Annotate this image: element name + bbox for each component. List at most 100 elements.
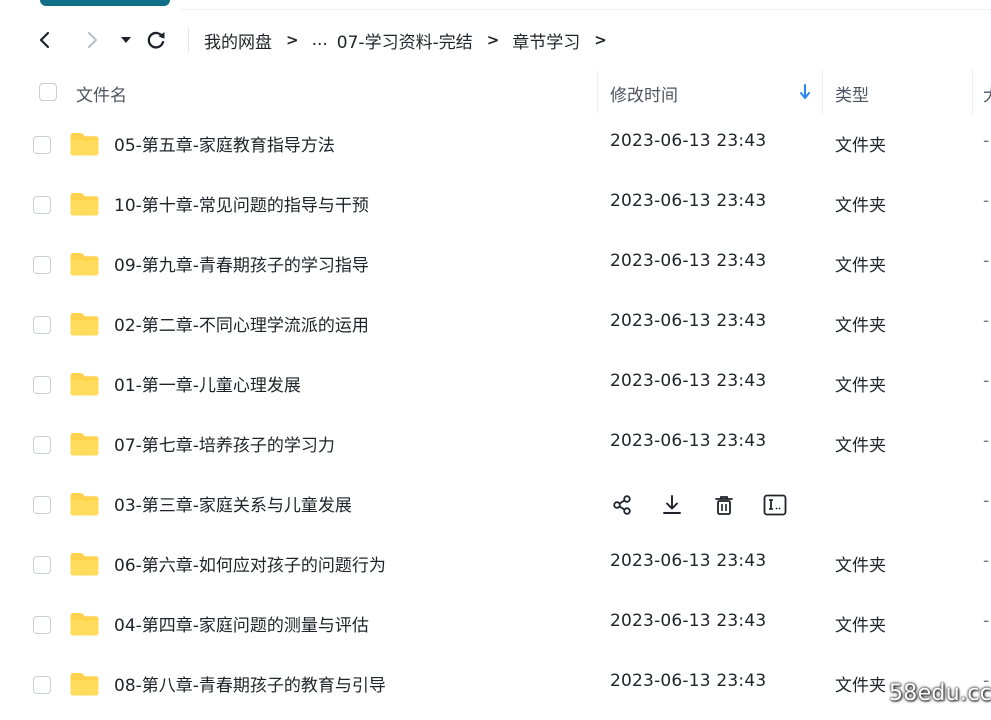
delete-icon (715, 496, 733, 515)
breadcrumb-item-current[interactable]: 章节学习 (512, 28, 580, 53)
row-checkbox[interactable] (33, 256, 51, 274)
file-type: 文件夹 (835, 436, 886, 456)
modified-time: 2023-06-13 23:43 (610, 311, 767, 331)
row-checkbox[interactable] (33, 196, 51, 214)
column-header-type[interactable]: 类型 (835, 81, 869, 106)
file-name[interactable]: 07-第七章-培养孩子的学习力 (114, 431, 335, 456)
history-dropdown-button[interactable] (112, 20, 140, 60)
table-row[interactable]: 05-第五章-家庭教育指导方法 2023-06-13 23:43 文件夹 - (0, 115, 991, 175)
download-icon (663, 495, 681, 514)
share-icon (613, 495, 631, 515)
folder-icon (70, 253, 99, 276)
file-type: 文件夹 (835, 136, 886, 156)
folder-icon (70, 553, 99, 576)
table-row[interactable]: 02-第二章-不同心理学流派的运用 2023-06-13 23:43 文件夹 - (0, 295, 991, 355)
breadcrumb-item-collapsed[interactable]: ... (312, 30, 328, 50)
row-checkbox[interactable] (33, 316, 51, 334)
row-checkbox[interactable] (33, 616, 51, 634)
row-checkbox[interactable] (33, 436, 51, 454)
row-checkbox[interactable] (33, 136, 51, 154)
download-button[interactable] (660, 493, 684, 517)
table-row[interactable]: 10-第十章-常见问题的指导与干预 2023-06-13 23:43 文件夹 - (0, 175, 991, 235)
table-header: 文件名 修改时间 类型 大 (0, 70, 991, 114)
top-accent-bar (40, 0, 170, 6)
column-header-name[interactable]: 文件名 (76, 81, 127, 106)
file-name[interactable]: 01-第一章-儿童心理发展 (114, 371, 301, 396)
column-divider[interactable] (822, 70, 823, 114)
file-name[interactable]: 08-第八章-青春期孩子的教育与引导 (114, 671, 386, 696)
navigation-toolbar: 我的网盘 > ... 07-学习资料-完结 > 章节学习 > (0, 20, 991, 60)
column-header-size[interactable]: 大 (983, 81, 991, 106)
select-all-checkbox[interactable] (39, 83, 57, 101)
table-row[interactable]: 03-第三章-家庭关系与儿童发展 - (0, 475, 991, 535)
toolbar-divider (188, 28, 189, 52)
table-row[interactable]: 01-第一章-儿童心理发展 2023-06-13 23:43 文件夹 - (0, 355, 991, 415)
folder-icon (70, 493, 99, 516)
table-row[interactable]: 07-第七章-培养孩子的学习力 2023-06-13 23:43 文件夹 - (0, 415, 991, 475)
modified-time: 2023-06-13 23:43 (610, 431, 767, 451)
caret-down-icon (121, 37, 131, 43)
table-row[interactable]: 04-第四章-家庭问题的测量与评估 2023-06-13 23:43 文件夹 - (0, 595, 991, 655)
watermark-text: 58edu.cc (889, 681, 991, 706)
chevron-left-icon (39, 31, 50, 49)
row-checkbox[interactable] (33, 556, 51, 574)
breadcrumb-separator: > (286, 31, 299, 49)
file-type: 文件夹 (835, 196, 886, 216)
modified-time: 2023-06-13 23:43 (610, 191, 767, 211)
file-size: - (983, 371, 990, 391)
back-button[interactable] (31, 20, 59, 60)
file-name[interactable]: 09-第九章-青春期孩子的学习指导 (114, 251, 369, 276)
file-type: 文件夹 (835, 616, 886, 636)
file-type: 文件夹 (835, 376, 886, 396)
terminal-button[interactable] (763, 493, 787, 517)
file-size: - (983, 431, 990, 451)
folder-icon (70, 433, 99, 456)
file-type: 文件夹 (835, 556, 886, 576)
table-row[interactable]: 09-第九章-青春期孩子的学习指导 2023-06-13 23:43 文件夹 - (0, 235, 991, 295)
modified-time: 2023-06-13 23:43 (610, 131, 767, 151)
share-button[interactable] (610, 493, 634, 517)
folder-icon (70, 193, 99, 216)
breadcrumb-separator: > (594, 31, 607, 49)
breadcrumb-separator: > (486, 31, 500, 49)
table-row[interactable]: 06-第六章-如何应对孩子的问题行为 2023-06-13 23:43 文件夹 - (0, 535, 991, 595)
file-name[interactable]: 04-第四章-家庭问题的测量与评估 (114, 611, 369, 636)
folder-icon (70, 613, 99, 636)
file-name[interactable]: 10-第十章-常见问题的指导与干预 (114, 191, 369, 216)
row-checkbox[interactable] (33, 676, 51, 694)
forward-button[interactable] (78, 20, 106, 60)
delete-button[interactable] (712, 493, 736, 517)
modified-time: 2023-06-13 23:43 (610, 611, 767, 631)
file-size: - (983, 491, 990, 511)
chevron-right-icon (88, 32, 97, 48)
file-size: - (983, 191, 990, 211)
file-type: 文件夹 (835, 256, 886, 276)
top-divider (180, 9, 991, 10)
terminal-icon (763, 494, 787, 516)
file-name[interactable]: 06-第六章-如何应对孩子的问题行为 (114, 551, 386, 576)
column-divider[interactable] (972, 70, 973, 114)
file-size: - (983, 551, 990, 571)
file-type: 文件夹 (835, 676, 886, 696)
folder-icon (70, 373, 99, 396)
modified-time: 2023-06-13 23:43 (610, 371, 767, 391)
column-header-modified[interactable]: 修改时间 (610, 81, 678, 106)
file-size: - (983, 131, 990, 151)
file-name[interactable]: 03-第三章-家庭关系与儿童发展 (114, 491, 352, 516)
file-size: - (983, 311, 990, 331)
file-name[interactable]: 05-第五章-家庭教育指导方法 (114, 131, 335, 156)
row-checkbox[interactable] (33, 376, 51, 394)
folder-icon (70, 673, 99, 696)
folder-icon (70, 133, 99, 156)
breadcrumb-item-home[interactable]: 我的网盘 (204, 28, 272, 53)
file-name[interactable]: 02-第二章-不同心理学流派的运用 (114, 311, 369, 336)
breadcrumb-item-study-materials[interactable]: 07-学习资料-完结 (337, 28, 473, 53)
refresh-button[interactable] (142, 20, 170, 60)
breadcrumb: 我的网盘 > ... 07-学习资料-完结 > 章节学习 > (204, 20, 620, 60)
file-size: - (983, 611, 990, 631)
arrow-down-icon[interactable] (799, 83, 811, 101)
row-checkbox[interactable] (33, 496, 51, 514)
column-divider[interactable] (597, 70, 598, 114)
file-type: 文件夹 (835, 316, 886, 336)
table-row[interactable]: 08-第八章-青春期孩子的教育与引导 2023-06-13 23:43 文件夹 - (0, 655, 991, 715)
